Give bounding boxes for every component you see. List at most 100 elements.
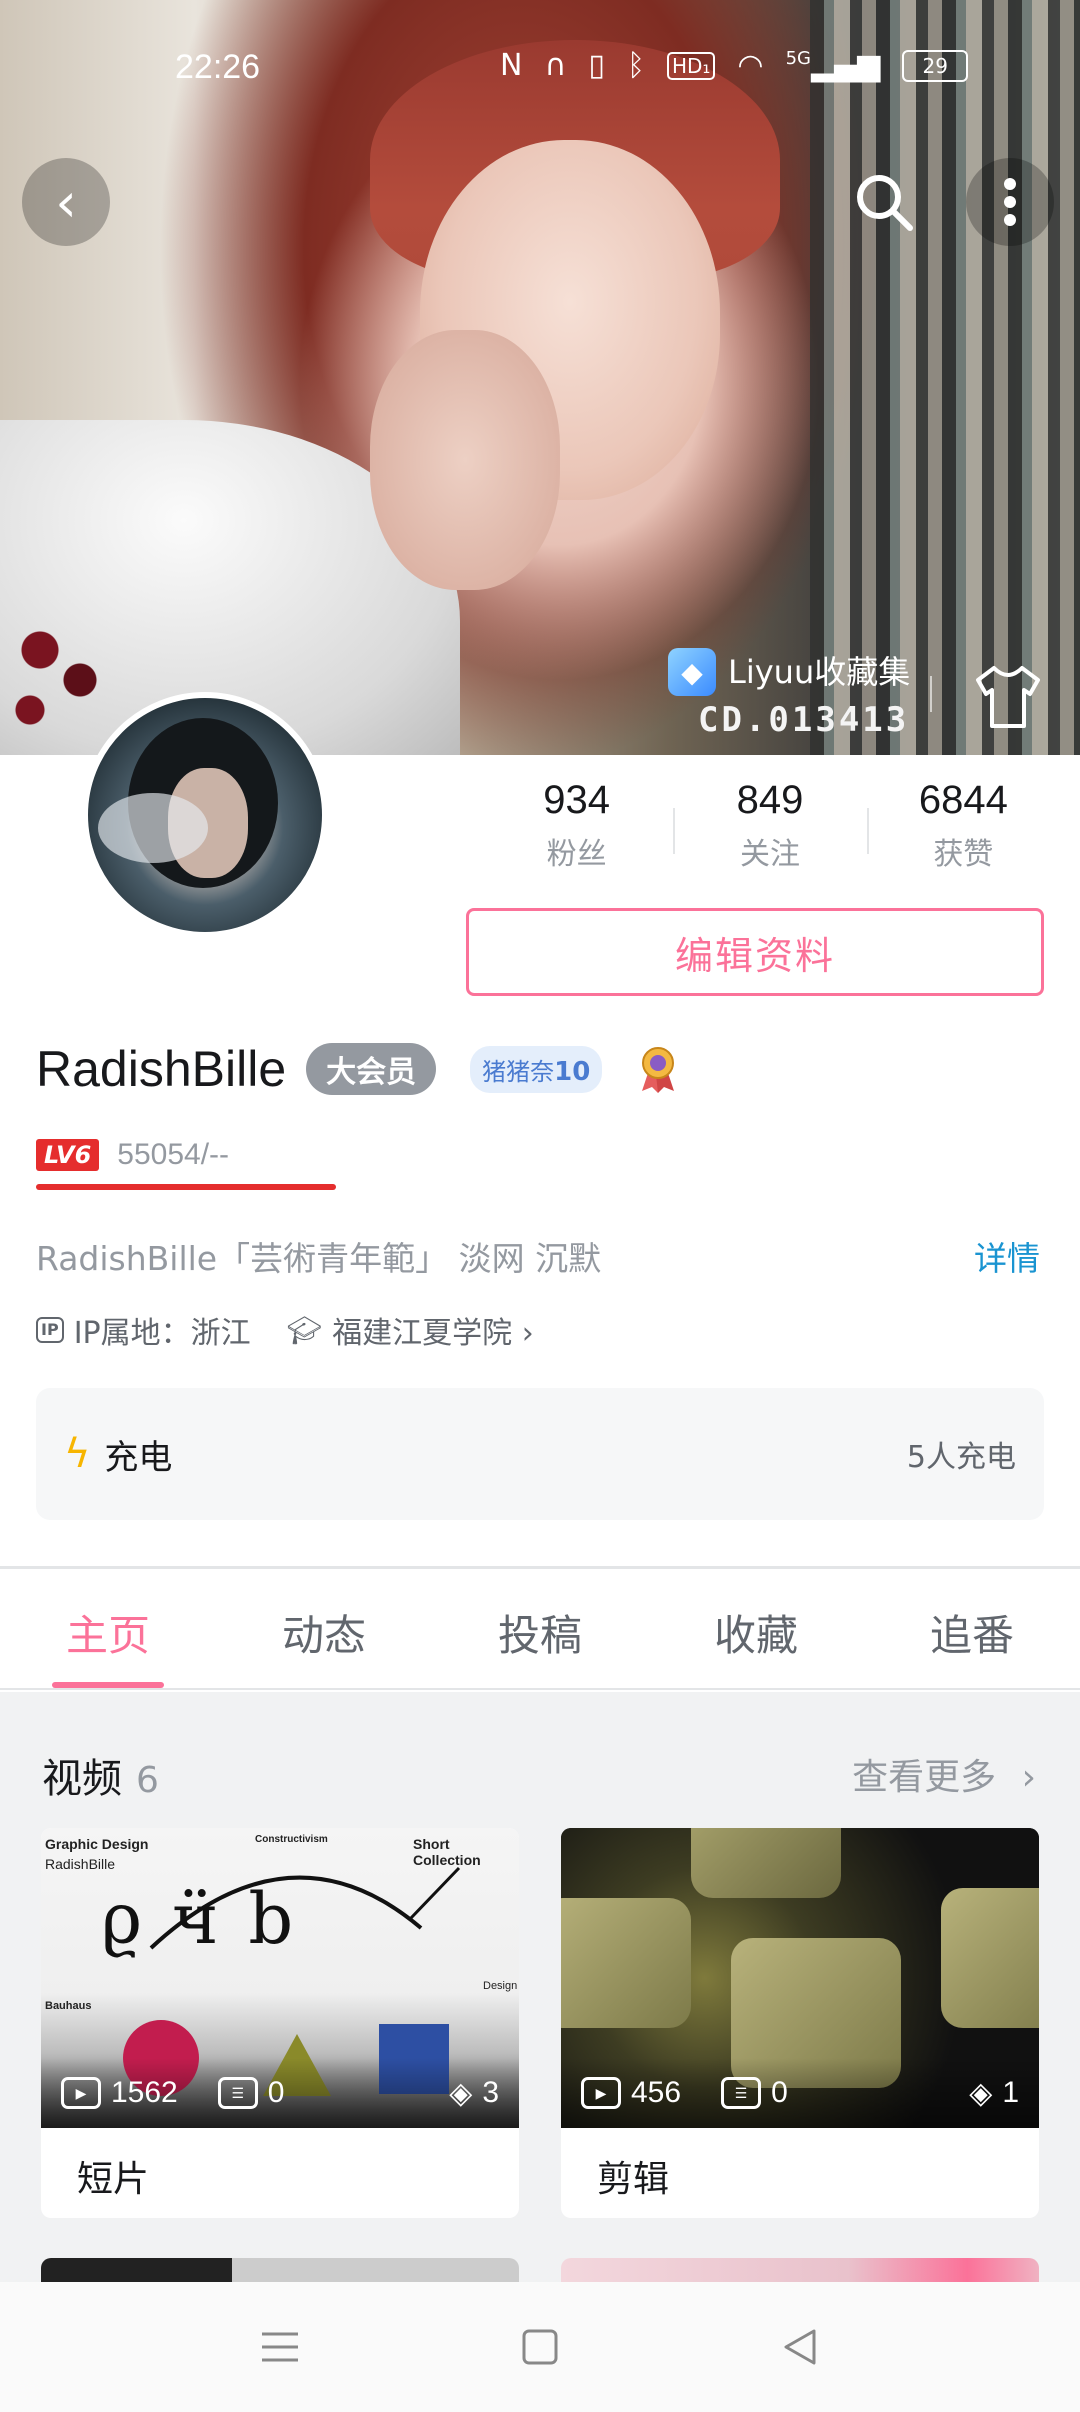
level-row: LV6 55054/-- — [36, 1138, 229, 1172]
see-more-link[interactable]: 查看更多 › — [852, 1748, 1036, 1800]
experience-text: 55054/-- — [117, 1138, 230, 1171]
thumbnail-arc-shape — [149, 1866, 461, 1950]
stat-value: 849 — [736, 778, 804, 822]
thumbnail-text: Constructivism — [255, 1834, 328, 1845]
search-button[interactable] — [840, 158, 928, 246]
back-button[interactable]: ‹ — [22, 158, 110, 246]
username: RadishBille — [36, 1041, 287, 1097]
section-divider — [0, 1566, 1080, 1569]
thumbnail-object — [691, 1828, 841, 1898]
tab-favorites[interactable]: 收藏 — [648, 1572, 864, 1688]
experience-bar — [36, 1184, 336, 1190]
headphones-icon: ∩ — [544, 48, 567, 83]
level-badge[interactable]: LV6 — [36, 1139, 100, 1171]
vibrate-icon: ▯ — [588, 48, 605, 83]
system-navigation-bar — [0, 2282, 1080, 2412]
home-button[interactable] — [510, 2317, 570, 2377]
bluetooth-icon: ᛒ — [626, 48, 645, 83]
lightning-icon: ϟ — [64, 1431, 91, 1477]
episode-count: 1 — [1002, 2076, 1019, 2109]
tab-bangumi[interactable]: 追番 — [864, 1572, 1080, 1688]
profile-meta: IP IP属地：浙江 🎓︎ 福建江夏学院 › — [36, 1308, 534, 1352]
thumbnail-text: RadishBille — [45, 1856, 116, 1872]
thumbnail-object — [941, 1888, 1039, 2028]
avatar[interactable] — [82, 692, 328, 938]
stat-following[interactable]: 849 关注 — [673, 778, 866, 873]
status-bar: 22:26 N ∩ ▯ ᛒ HD₁ ◠ 5G▂▄▆ 29 — [0, 48, 1080, 92]
thumbnail-text: Graphic Design — [45, 1836, 149, 1852]
tab-dynamics[interactable]: 动态 — [216, 1572, 432, 1688]
diamond-icon: ◆ — [668, 648, 716, 696]
play-count: 456 — [631, 2076, 682, 2109]
stat-value: 934 — [543, 778, 611, 822]
video-stats: ▶ 1562 ☰ 0 ◈ 3 — [41, 2058, 519, 2128]
stat-label: 粉丝 — [546, 837, 607, 872]
square-icon — [522, 2329, 558, 2365]
school-name: 福建江夏学院 — [332, 1316, 513, 1351]
layers-group: ◈ 3 — [449, 2076, 499, 2111]
profile-tabs: 主页 动态 投稿 收藏 追番 — [0, 1572, 1080, 1690]
video-title: 剪辑 — [597, 2159, 670, 2200]
thumbnail-text: Bauhaus — [45, 2000, 92, 2012]
charge-count: 5人充电 — [906, 1440, 1016, 1475]
video-thumbnail: ▶ 456 ☰ 0 ◈ 1 — [561, 1828, 1039, 2128]
play-icon: ▶ — [581, 2077, 621, 2109]
home-content[interactable]: 视频 6 查看更多 › Graphic Design RadishBille Co… — [0, 1692, 1080, 2282]
video-card-partial[interactable] — [561, 2258, 1039, 2282]
comment-icon: ☰ — [217, 2077, 258, 2109]
more-vertical-icon — [1004, 178, 1016, 226]
comment-icon: ☰ — [721, 2077, 762, 2109]
status-icons: N ∩ ▯ ᛒ HD₁ ◠ 5G▂▄▆ 29 — [500, 48, 969, 83]
collection-name: Liyuu收藏集 — [728, 653, 911, 691]
battery-icon: 29 — [902, 49, 969, 82]
chevron-right-icon: › — [521, 1316, 534, 1351]
collection-code: CD.013413 — [698, 700, 910, 740]
collection-badge[interactable]: ◆ Liyuu收藏集 CD.013413 — [668, 648, 910, 748]
fan-medal-name: 猪猪奈 — [482, 1057, 555, 1086]
system-back-button[interactable] — [770, 2317, 830, 2377]
play-icon: ▶ — [61, 2077, 101, 2109]
experience-bar-fill — [36, 1184, 336, 1190]
school-link[interactable]: 福建江夏学院 › — [332, 1308, 534, 1352]
hd-icon: HD₁ — [666, 51, 716, 80]
ip-icon: IP — [36, 1317, 64, 1343]
video-card[interactable]: ▶ 456 ☰ 0 ◈ 1 剪辑 — [561, 1828, 1039, 2218]
banner-bookshelf — [810, 0, 1080, 755]
video-card-partial[interactable] — [41, 2258, 519, 2282]
search-icon — [857, 175, 913, 231]
status-time: 22:26 — [175, 48, 261, 86]
details-link[interactable]: 详情 — [974, 1232, 1040, 1280]
honor-medal-icon[interactable] — [636, 1045, 680, 1093]
triangle-back-icon — [784, 2329, 816, 2365]
tab-submissions[interactable]: 投稿 — [432, 1572, 648, 1688]
ip-location: IP属地：浙江 — [73, 1316, 251, 1351]
video-card[interactable]: Graphic Design RadishBille Constructivis… — [41, 1828, 519, 2218]
edit-profile-button[interactable]: 编辑资料 — [466, 908, 1044, 996]
charge-panel[interactable]: ϟ 充电 5人充电 — [36, 1388, 1044, 1520]
stat-likes[interactable]: 6844 获赞 — [866, 778, 1060, 873]
nfc-icon: N — [500, 48, 523, 83]
charge-title: 充电 — [104, 1437, 173, 1478]
tab-home[interactable]: 主页 — [0, 1572, 216, 1688]
more-button[interactable] — [966, 158, 1054, 246]
tshirt-icon[interactable] — [970, 662, 1046, 732]
thumbnail-object — [561, 1898, 691, 2028]
stat-followers[interactable]: 934 粉丝 — [480, 778, 673, 873]
video-title: 短片 — [77, 2159, 150, 2200]
graduation-cap-icon: 🎓︎ — [286, 1313, 323, 1347]
wifi-icon: ◠ — [737, 48, 764, 83]
stat-value: 6844 — [918, 778, 1008, 822]
fan-medal[interactable]: 猪猪奈10 — [470, 1045, 603, 1093]
videos-section-header: 视频 6 — [42, 1746, 159, 1804]
video-thumbnail: Graphic Design RadishBille Constructivis… — [41, 1828, 519, 2128]
vip-badge[interactable]: 大会员 — [306, 1043, 437, 1095]
episode-count: 3 — [482, 2076, 499, 2109]
menu-button[interactable] — [250, 2317, 310, 2377]
see-more-label: 查看更多 — [852, 1757, 997, 1798]
layers-group: ◈ 1 — [969, 2076, 1019, 2111]
stat-label: 获赞 — [933, 837, 994, 872]
comment-count: 0 — [771, 2076, 788, 2109]
video-stats: ▶ 456 ☰ 0 ◈ 1 — [561, 2058, 1039, 2128]
profile-banner[interactable] — [0, 0, 1080, 755]
videos-title: 视频 — [42, 1756, 122, 1802]
